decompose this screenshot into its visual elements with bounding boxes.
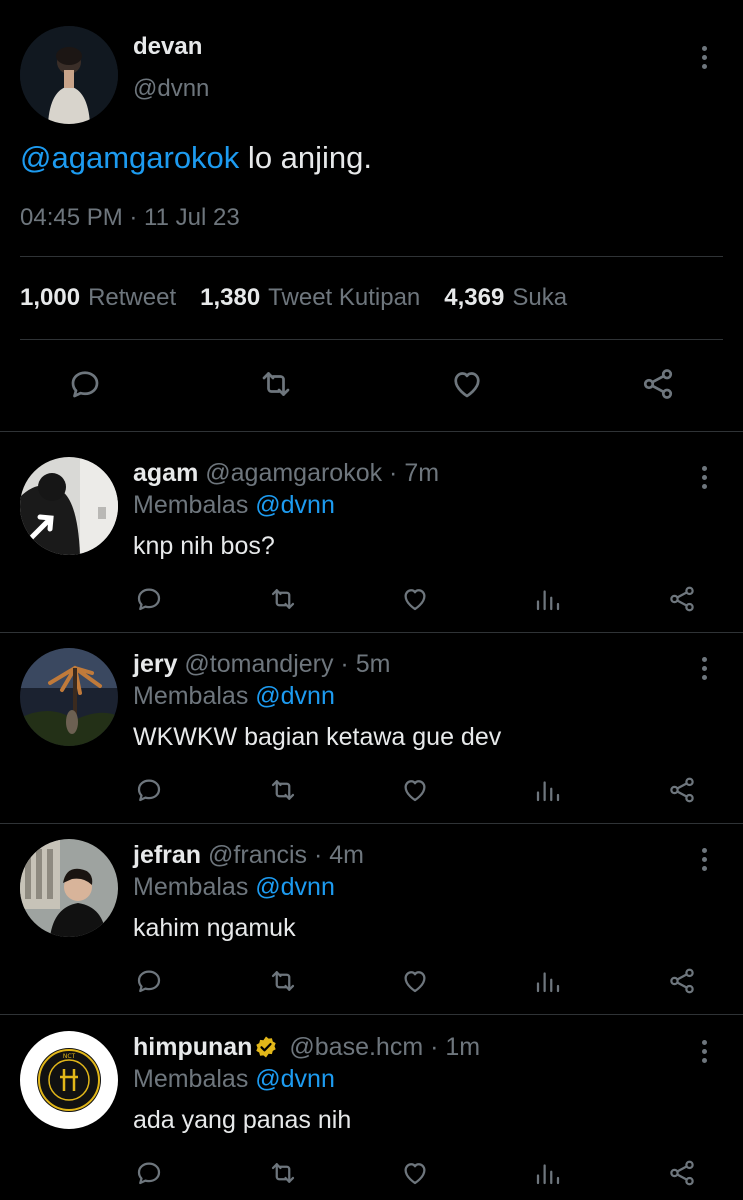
more-options-icon[interactable]	[698, 1040, 710, 1063]
more-options-icon[interactable]	[698, 46, 710, 69]
reply-handle-time[interactable]: @tomandjery · 5m	[177, 650, 390, 678]
replying-to-mention[interactable]: @dvnn	[255, 682, 335, 710]
quote-label[interactable]: Tweet Kutipan	[268, 284, 420, 312]
replying-prefix: Membalas	[133, 682, 256, 710]
reply-avatar[interactable]: NCT	[20, 1031, 118, 1129]
reply-text: kahim ngamuk	[133, 914, 296, 942]
quote-count[interactable]: 1,380	[200, 284, 260, 312]
share-icon[interactable]	[667, 966, 697, 996]
reply-author-name[interactable]: agam	[133, 459, 198, 487]
analytics-icon[interactable]	[533, 584, 563, 614]
reply-handle-time[interactable]: @francis · 4m	[201, 841, 364, 869]
retweet-icon[interactable]	[268, 775, 298, 805]
author-handle[interactable]: @dvnn	[133, 75, 209, 103]
replying-to-mention[interactable]: @dvnn	[255, 1065, 335, 1093]
reply-avatar[interactable]	[20, 839, 118, 937]
reply-text: WKWKW bagian ketawa gue dev	[133, 723, 502, 751]
tweet-stats: 1,000 Retweet 1,380 Tweet Kutipan 4,369 …	[20, 284, 591, 312]
analytics-icon[interactable]	[533, 775, 563, 805]
reply-author-name[interactable]: jery	[133, 650, 177, 678]
retweet-icon[interactable]	[258, 366, 294, 402]
reply-text: ada yang panas nih	[133, 1106, 352, 1134]
tweet-text: @agamgarokok lo anjing.	[20, 140, 372, 176]
reply-author-name[interactable]: jefran	[133, 841, 201, 869]
reply-item[interactable]: NCT himpunan @base.hcm · 1m Membalas @dv…	[0, 1006, 743, 1198]
like-icon[interactable]	[400, 584, 430, 614]
reply-icon[interactable]	[134, 966, 164, 996]
tweet-detail-page: devan @dvnn @agamgarokok lo anjing. 04:4…	[0, 0, 743, 1200]
share-icon[interactable]	[667, 1158, 697, 1188]
reply-header: agam @agamgarokok · 7m	[133, 459, 439, 488]
retweet-icon[interactable]	[268, 584, 298, 614]
retweet-count[interactable]: 1,000	[20, 284, 80, 312]
reply-icon[interactable]	[67, 366, 103, 402]
like-label[interactable]: Suka	[512, 284, 567, 312]
like-icon[interactable]	[449, 366, 485, 402]
like-count[interactable]: 4,369	[444, 284, 504, 312]
retweet-icon[interactable]	[268, 966, 298, 996]
replying-to: Membalas @dvnn	[133, 491, 335, 520]
reply-author-name[interactable]: himpunan	[133, 1033, 252, 1061]
reply-header: jefran @francis · 4m	[133, 841, 364, 870]
reply-icon[interactable]	[134, 775, 164, 805]
replying-prefix: Membalas	[133, 491, 256, 519]
reply-text: knp nih bos?	[133, 532, 275, 560]
replying-prefix: Membalas	[133, 1065, 256, 1093]
reply-handle-time[interactable]: @agamgarokok · 7m	[198, 459, 439, 487]
retweet-label[interactable]: Retweet	[88, 284, 176, 312]
analytics-icon[interactable]	[533, 1158, 563, 1188]
reply-avatar[interactable]	[20, 457, 118, 555]
like-icon[interactable]	[400, 1158, 430, 1188]
more-options-icon[interactable]	[698, 466, 710, 489]
share-icon[interactable]	[640, 366, 676, 402]
share-icon[interactable]	[667, 584, 697, 614]
divider	[20, 256, 723, 257]
reply-item[interactable]: jefran @francis · 4m Membalas @dvnn kahi…	[0, 814, 743, 1006]
share-icon[interactable]	[667, 775, 697, 805]
reply-header: jery @tomandjery · 5m	[133, 650, 390, 679]
verified-badge-icon	[256, 1036, 277, 1058]
reply-item[interactable]: jery @tomandjery · 5m Membalas @dvnn WKW…	[0, 623, 743, 815]
like-icon[interactable]	[400, 966, 430, 996]
reply-avatar[interactable]	[20, 648, 118, 746]
mention-link[interactable]: @agamgarokok	[20, 140, 239, 175]
replying-to-mention[interactable]: @dvnn	[255, 873, 335, 901]
replying-to: Membalas @dvnn	[133, 873, 335, 902]
more-options-icon[interactable]	[698, 848, 710, 871]
tweet-timestamp[interactable]: 04:45 PM · 11 Jul 23	[20, 204, 240, 232]
reply-handle-time[interactable]: @base.hcm · 1m	[282, 1033, 480, 1061]
retweet-icon[interactable]	[268, 1158, 298, 1188]
svg-text:NCT: NCT	[63, 1053, 76, 1060]
replying-to: Membalas @dvnn	[133, 1065, 335, 1094]
analytics-icon[interactable]	[533, 966, 563, 996]
author-name[interactable]: devan	[133, 33, 202, 61]
replying-to-mention[interactable]: @dvnn	[255, 491, 335, 519]
replying-to: Membalas @dvnn	[133, 682, 335, 711]
reply-icon[interactable]	[134, 584, 164, 614]
reply-icon[interactable]	[134, 1158, 164, 1188]
reply-item[interactable]: agam @agamgarokok · 7m Membalas @dvnn kn…	[0, 432, 743, 624]
reply-header: himpunan @base.hcm · 1m	[133, 1033, 480, 1062]
tweet-body: lo anjing.	[239, 140, 373, 175]
like-icon[interactable]	[400, 775, 430, 805]
replying-prefix: Membalas	[133, 873, 256, 901]
author-avatar[interactable]	[20, 26, 118, 124]
divider	[20, 339, 723, 340]
more-options-icon[interactable]	[698, 657, 710, 680]
